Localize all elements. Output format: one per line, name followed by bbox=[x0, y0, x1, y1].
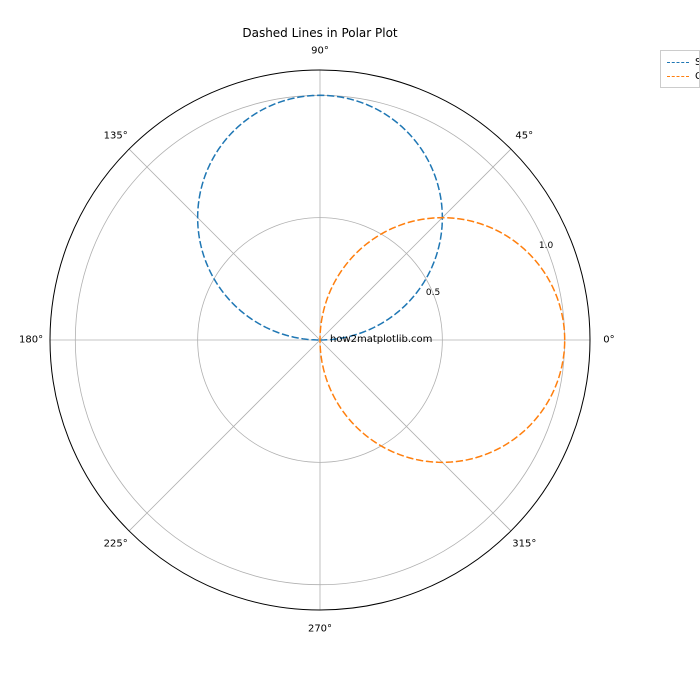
chart-title: Dashed Lines in Polar Plot bbox=[0, 26, 640, 40]
angular-tick-label: 225° bbox=[104, 539, 128, 550]
legend: Sin Cos bbox=[660, 50, 700, 88]
legend-swatch-sin bbox=[667, 62, 689, 63]
legend-label-sin: Sin bbox=[695, 57, 700, 68]
angular-tick-label: 180° bbox=[19, 335, 43, 346]
legend-item-sin: Sin bbox=[667, 55, 695, 69]
legend-item-cos: Cos bbox=[667, 69, 695, 83]
angular-tick-label: 270° bbox=[308, 623, 332, 634]
polar-chart-container: Dashed Lines in Polar Plot how2matplotli… bbox=[0, 0, 700, 700]
radial-tick-label: 1.0 bbox=[539, 241, 553, 251]
angular-tick-label: 45° bbox=[515, 130, 533, 141]
legend-label-cos: Cos bbox=[695, 71, 700, 82]
legend-swatch-cos bbox=[667, 76, 689, 77]
radial-tick-label: 0.5 bbox=[426, 288, 440, 298]
angular-tick-label: 90° bbox=[311, 46, 329, 57]
angular-tick-label: 135° bbox=[104, 130, 128, 141]
center-annotation: how2matplotlib.com bbox=[330, 334, 432, 345]
angular-tick-label: 0° bbox=[603, 335, 614, 346]
angular-tick-label: 315° bbox=[512, 539, 536, 550]
